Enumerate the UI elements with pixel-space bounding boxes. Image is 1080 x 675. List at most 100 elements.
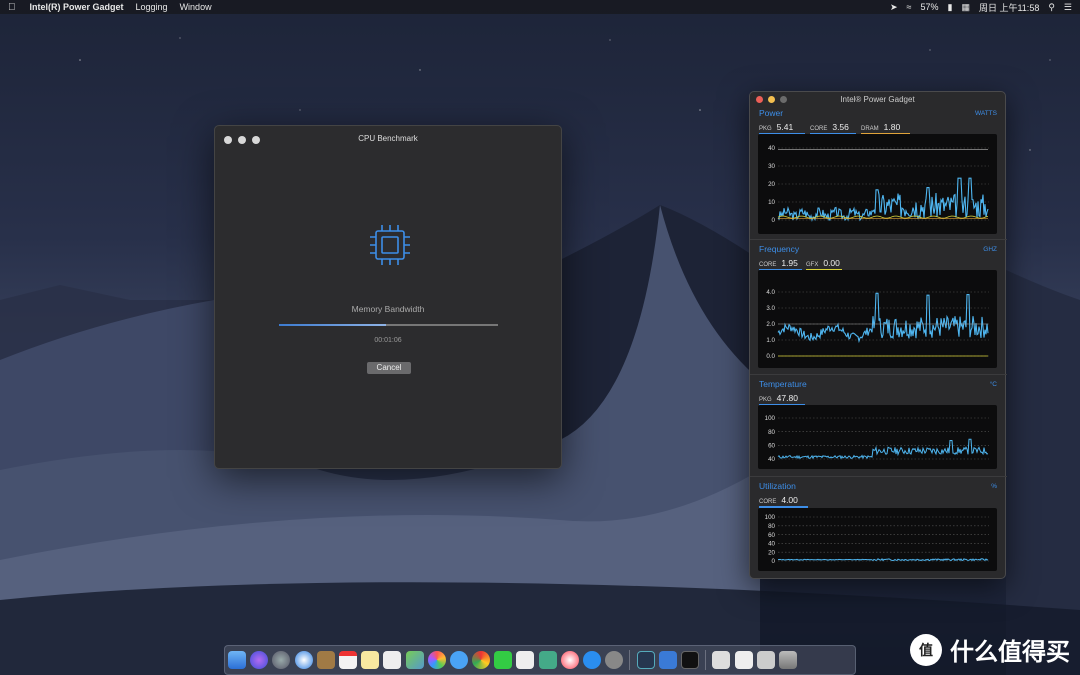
dock	[224, 645, 856, 675]
power-gadget-window: Intel® Power Gadget Power WATTS PKG 5.41 …	[749, 91, 1007, 579]
menu-bar:  Intel(R) Power Gadget Logging Window ➤…	[0, 0, 1080, 14]
tick-label: 100	[765, 415, 776, 422]
folder-stack-icon[interactable]	[756, 651, 775, 669]
pkg-temp-trace	[777, 438, 989, 460]
utilization-plot: 100 80 60 40 20 0	[758, 508, 997, 571]
system-preferences-icon[interactable]	[605, 651, 624, 669]
core-util-trace	[777, 558, 989, 562]
menu-logging[interactable]: Logging	[136, 2, 168, 12]
elapsed-time: 00:01:06	[374, 337, 402, 344]
tick-label: 0.0	[766, 353, 775, 360]
chrome-icon[interactable]	[472, 651, 491, 669]
tick-label: 20	[768, 549, 775, 556]
launchpad-icon[interactable]	[272, 651, 291, 669]
watermark-text: 什么值得买	[950, 639, 1070, 666]
watermark-logo: 值	[910, 633, 942, 666]
app-store-icon[interactable]	[583, 651, 601, 669]
tick-label: 1.0	[766, 337, 775, 344]
keynote-icon[interactable]	[538, 651, 557, 669]
downloads-stack-icon[interactable]	[712, 651, 731, 669]
tick-label: 80	[768, 429, 775, 436]
tick-label: 20	[768, 181, 775, 188]
cancel-button[interactable]: Cancel	[367, 362, 411, 374]
unit-label: °C	[989, 381, 997, 388]
stickies-icon[interactable]	[361, 651, 380, 669]
metric-label: CORE	[810, 126, 828, 132]
dock-separator	[705, 650, 707, 670]
progress-bar	[279, 324, 498, 326]
itunes-icon[interactable]	[560, 651, 579, 669]
apple-menu-icon[interactable]: 	[8, 2, 16, 13]
tick-label: 4.0	[766, 289, 775, 296]
utilization-chart: 100 80 60 4020 0	[765, 514, 989, 565]
pkg-metric: PKG 47.80	[759, 393, 805, 406]
tick-label: 3.0	[766, 305, 775, 312]
metric-label: PKG	[759, 397, 772, 403]
metric-value: 0.00	[823, 258, 840, 268]
frequency-section: Frequency GHZ CORE 1.95 GFX 0.00 4.0 3.0 2.0…	[750, 239, 1007, 374]
unit-label: %	[991, 483, 997, 490]
tick-label: 0	[772, 217, 776, 224]
siri-icon[interactable]	[250, 651, 269, 669]
power-gadget-dock-icon[interactable]	[636, 651, 655, 669]
power-chart: 40 30 20 10 0	[768, 145, 989, 224]
notes-app-icon[interactable]	[316, 651, 335, 669]
location-arrow-icon[interactable]: ➤	[890, 2, 898, 13]
metric-label: CORE	[759, 262, 777, 268]
wifi-icon[interactable]: ≈	[907, 2, 912, 12]
terminal-icon[interactable]	[680, 651, 699, 669]
window-title: CPU Benchmark	[358, 134, 418, 143]
trash-icon[interactable]	[778, 651, 797, 669]
reminders-icon[interactable]	[383, 651, 402, 669]
metric-label: PKG	[759, 126, 772, 132]
frequency-chart: 4.0 3.0 2.0 1.0 0.0	[766, 289, 989, 360]
tick-label: 60	[768, 532, 775, 539]
power-plot: 40 30 20 10 0	[758, 134, 997, 234]
core-freq-trace	[777, 292, 989, 344]
metric-value: 3.56	[832, 122, 849, 132]
safari-icon[interactable]	[294, 651, 313, 669]
frequency-plot: 4.0 3.0 2.0 1.0 0.0	[758, 270, 997, 368]
notification-center-icon[interactable]: ☰	[1064, 2, 1072, 13]
facetime-icon[interactable]	[494, 651, 513, 669]
messages-icon[interactable]	[449, 651, 468, 669]
menu-window[interactable]: Window	[180, 2, 212, 12]
tick-label: 40	[768, 541, 775, 548]
finder-icon[interactable]	[228, 651, 246, 669]
spotlight-search-icon[interactable]: ⚲	[1048, 2, 1055, 13]
tick-label: 2.0	[766, 321, 775, 328]
photos-icon[interactable]	[427, 651, 446, 669]
cpu-chip-icon	[370, 225, 410, 265]
pkg-trace	[777, 177, 989, 222]
watermark: 值 什么值得买	[910, 632, 1070, 667]
maps-icon[interactable]	[405, 651, 424, 669]
tick-label: 30	[768, 163, 775, 170]
input-method-icon[interactable]: ▦	[961, 2, 970, 13]
core-metric: CORE 3.56	[810, 122, 856, 135]
tick-label: 40	[768, 145, 775, 152]
power-section: Power WATTS PKG 5.41 CORE 3.56 DRAM 1.80 40…	[750, 104, 1007, 239]
battery-percent[interactable]: 57%	[920, 2, 938, 12]
menu-app-name[interactable]: Intel(R) Power Gadget	[30, 2, 124, 12]
activity-monitor-icon[interactable]	[658, 651, 677, 669]
calendar-icon[interactable]	[338, 651, 357, 669]
temperature-plot: 100 80 60 40	[758, 405, 997, 469]
unit-label: WATTS	[974, 110, 997, 117]
status-area: ➤ ≈ 57% ▮ ▦ 周日 上午11:58 ⚲ ☰	[890, 1, 1072, 14]
section-title: Power	[759, 108, 784, 118]
dock-separator	[629, 650, 631, 670]
metric-value: 1.95	[781, 258, 798, 268]
temperature-section: Temperature °C PKG 47.80 100 80 60 40	[750, 374, 1007, 476]
clock[interactable]: 周日 上午11:58	[979, 1, 1039, 14]
battery-icon[interactable]: ▮	[948, 2, 953, 13]
tick-label: 60	[768, 443, 775, 450]
metric-value: 47.80	[776, 393, 798, 403]
utilization-section: Utilization % CORE 4.00 100 80 60 40 20 0	[750, 476, 1007, 578]
tick-label: 80	[768, 523, 775, 530]
cpu-benchmark-window: CPU Benchmark Memory Bandwidth 00:01:06 …	[214, 125, 562, 469]
section-title: Utilization	[759, 481, 796, 491]
document-stack-icon[interactable]	[734, 651, 753, 669]
temperature-chart: 100 80 60 40	[765, 415, 989, 463]
numbers-icon[interactable]	[516, 651, 535, 669]
benchmark-task-label: Memory Bandwidth	[351, 304, 425, 314]
